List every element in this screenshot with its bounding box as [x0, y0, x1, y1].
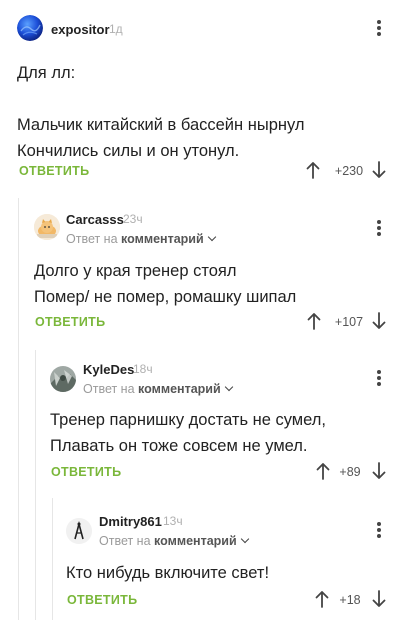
chevron-down-icon [207, 232, 216, 242]
reply-to-prefix: Ответ на [83, 382, 135, 396]
kebab-menu-icon[interactable] [372, 520, 386, 540]
arrow-up-icon[interactable] [316, 462, 330, 480]
reply-to-link[interactable]: Ответ на комментарий [99, 534, 249, 548]
reply-to-link[interactable]: Ответ на комментарий [83, 382, 233, 396]
avatar[interactable] [17, 15, 43, 41]
comment-header: KyleDes 18ч Ответ на комментарий [50, 360, 389, 396]
chevron-down-icon [240, 534, 249, 544]
text-line: Мальчик китайский в бассейн нырнул [17, 116, 305, 134]
sketch-avatar-icon [66, 518, 92, 544]
reply-button[interactable]: ОТВЕТИТЬ [35, 315, 105, 329]
comment-header: Carcasss 23ч Ответ на комментарий [34, 210, 389, 246]
arrow-down-icon[interactable] [372, 462, 386, 480]
username[interactable]: Carcasss [66, 212, 124, 227]
thread-line [35, 350, 36, 620]
comment-text: Долго у края тренер стоял Помер/ не поме… [34, 258, 296, 310]
comment: KyleDes 18ч Ответ на комментарий Тренер … [50, 360, 389, 490]
arrow-down-icon[interactable] [372, 590, 386, 608]
reply-button[interactable]: ОТВЕТИТЬ [51, 465, 121, 479]
arrow-up-icon[interactable] [306, 161, 320, 179]
comment-header: Dmitry861 13ч Ответ на комментарий [66, 512, 389, 548]
comment-header: expositor 1д [17, 14, 389, 50]
cat-avatar-icon [34, 214, 60, 240]
kebab-menu-icon[interactable] [372, 218, 386, 238]
text-line: Помер/ не помер, ромашку шипал [34, 288, 297, 306]
comment-age: 23ч [123, 212, 143, 226]
text-line: Долго у края тренер стоял [34, 262, 237, 280]
reply-to-target: комментарий [154, 534, 237, 548]
vote-score: +107 [334, 315, 364, 329]
avatar[interactable] [50, 366, 76, 392]
reply-button[interactable]: ОТВЕТИТЬ [67, 593, 137, 607]
arrow-up-icon[interactable] [315, 590, 329, 608]
username[interactable]: Dmitry861 [99, 514, 162, 529]
text-line: Кончились силы и он утонул. [17, 142, 240, 160]
vote-score: +230 [334, 164, 364, 178]
reply-to-prefix: Ответ на [66, 232, 118, 246]
vote-score: +18 [339, 593, 361, 607]
avatar[interactable] [66, 518, 92, 544]
comment-text: Кто нибудь включите свет! [66, 560, 269, 586]
reply-button[interactable]: ОТВЕТИТЬ [19, 164, 89, 178]
chevron-down-icon [224, 382, 233, 392]
text-line: Тренер парнишку достать не сумел, [50, 411, 326, 429]
photo-avatar-icon [50, 366, 76, 392]
comment: Carcasss 23ч Ответ на комментарий Долго … [34, 210, 389, 340]
username[interactable]: expositor [51, 22, 110, 37]
thread-line [52, 498, 53, 620]
kebab-menu-icon[interactable] [372, 368, 386, 388]
arrow-down-icon[interactable] [372, 161, 386, 179]
reply-to-prefix: Ответ на [99, 534, 151, 548]
text-line [17, 86, 305, 112]
comment: Dmitry861 13ч Ответ на комментарий Кто н… [66, 512, 389, 616]
comment-age: 13ч [163, 514, 183, 528]
comment-age: 1д [109, 22, 123, 36]
vote-score: +89 [339, 465, 361, 479]
comment: expositor 1д Для лл: Мальчик китайский в… [17, 14, 389, 190]
reply-to-target: комментарий [138, 382, 221, 396]
arrow-up-icon[interactable] [307, 312, 321, 330]
blue-sphere-avatar-icon [17, 15, 43, 41]
thread-line [18, 198, 19, 620]
text-line: Плавать он тоже совсем не умел. [50, 437, 308, 455]
avatar[interactable] [34, 214, 60, 240]
reply-to-target: комментарий [121, 232, 204, 246]
comment-age: 18ч [133, 362, 153, 376]
comment-text: Для лл: Мальчик китайский в бассейн нырн… [17, 60, 305, 164]
kebab-menu-icon[interactable] [372, 18, 386, 38]
comment-text: Тренер парнишку достать не сумел, Плават… [50, 407, 326, 459]
text-line: Кто нибудь включите свет! [66, 564, 270, 582]
reply-to-link[interactable]: Ответ на комментарий [66, 232, 216, 246]
arrow-down-icon[interactable] [372, 312, 386, 330]
text-line: Для лл: [17, 64, 76, 82]
username[interactable]: KyleDes [83, 362, 134, 377]
